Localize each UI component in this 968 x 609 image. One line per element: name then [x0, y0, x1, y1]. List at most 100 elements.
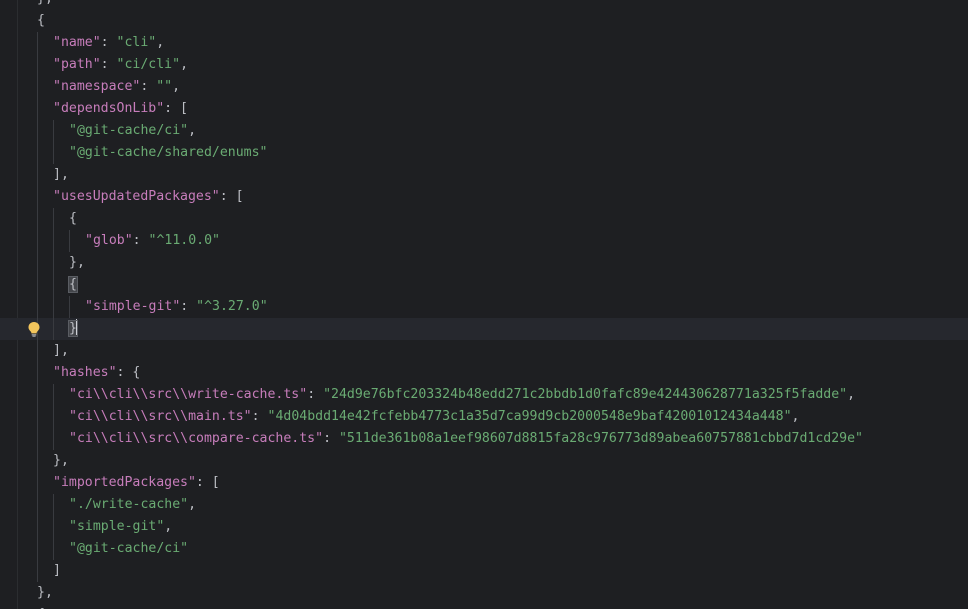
punctuation: : [307, 387, 324, 402]
punctuation: , [172, 79, 181, 94]
indent-guide [53, 252, 54, 274]
text-caret [75, 319, 78, 335]
code-line[interactable]: }, [0, 450, 968, 472]
punctuation: }, [37, 585, 53, 600]
matched-bracket: { [68, 276, 78, 293]
indent-guide [37, 428, 38, 450]
code-text: { [37, 604, 45, 609]
json-key: "path" [53, 57, 101, 72]
punctuation: : [ [164, 101, 188, 116]
code-line[interactable]: { [0, 274, 968, 296]
code-text: "ci\\cli\\src\\write-cache.ts": "24d9e76… [69, 384, 855, 406]
code-line[interactable]: ] [0, 560, 968, 582]
code-line[interactable]: }, [0, 252, 968, 274]
json-key: "ci\\cli\\src\\compare-cache.ts" [69, 431, 324, 446]
json-string: "24d9e76bfc203324b48edd271c2bbdb1d0fafc8… [323, 387, 848, 402]
code-text: "simple-git", [69, 516, 172, 538]
code-line[interactable]: "./write-cache", [0, 494, 968, 516]
indent-guide [53, 318, 54, 340]
code-line[interactable]: { [0, 208, 968, 230]
code-line[interactable]: "name": "cli", [0, 32, 968, 54]
code-text: } [68, 318, 78, 340]
code-line[interactable]: } [0, 318, 968, 340]
punctuation: : [ [195, 475, 220, 490]
indent-guide [53, 296, 54, 318]
code-line[interactable]: }, [0, 582, 968, 604]
code-line[interactable]: "@git-cache/ci", [0, 120, 968, 142]
json-string: "simple-git" [69, 519, 165, 534]
code-line[interactable]: "path": "ci/cli", [0, 54, 968, 76]
json-string: "ci/cli" [116, 57, 181, 72]
code-line[interactable]: "ci\\cli\\src\\main.ts": "4d04bdd14e42fc… [0, 406, 968, 428]
punctuation: { [37, 13, 45, 28]
code-line[interactable]: "ci\\cli\\src\\write-cache.ts": "24d9e76… [0, 384, 968, 406]
punctuation: }, [69, 255, 85, 270]
code-text: "./write-cache", [69, 494, 196, 516]
code-text: }, [53, 450, 69, 472]
code-text: { [68, 274, 78, 296]
code-editor[interactable]: },{"name": "cli","path": "ci/cli","names… [0, 0, 968, 609]
json-key: "dependsOnLib" [53, 101, 165, 116]
code-line[interactable]: "usesUpdatedPackages": [ [0, 186, 968, 208]
indent-guide [37, 538, 38, 560]
code-text: "namespace": "", [53, 76, 180, 98]
punctuation: , [791, 409, 800, 424]
code-text: }, [69, 252, 85, 274]
code-text: "simple-git": "^3.27.0" [85, 296, 268, 318]
indent-guide [53, 516, 54, 538]
indent-guide [37, 230, 38, 252]
punctuation: : [100, 57, 117, 72]
code-line[interactable]: "namespace": "", [0, 76, 968, 98]
indent-guide [69, 230, 70, 252]
code-line[interactable]: { [0, 604, 968, 609]
indent-guide [37, 472, 38, 494]
code-line[interactable]: "simple-git": "^3.27.0" [0, 296, 968, 318]
json-key: "namespace" [53, 79, 141, 94]
indent-guide [37, 54, 38, 76]
code-line[interactable]: "dependsOnLib": [ [0, 98, 968, 120]
lightbulb-icon[interactable] [27, 321, 41, 337]
json-string: "^11.0.0" [148, 233, 220, 248]
json-string: "@git-cache/ci" [69, 541, 189, 556]
indent-guide [37, 516, 38, 538]
code-line[interactable]: ], [0, 340, 968, 362]
code-line[interactable]: "simple-git", [0, 516, 968, 538]
json-string: "@git-cache/shared/enums" [69, 145, 268, 160]
indent-guide [69, 296, 70, 318]
code-text: }, [37, 0, 53, 10]
code-line[interactable]: }, [0, 0, 968, 10]
json-string: "@git-cache/ci" [69, 123, 189, 138]
indent-guide [53, 208, 54, 230]
code-line[interactable]: ], [0, 164, 968, 186]
code-text: "ci\\cli\\src\\compare-cache.ts": "511de… [69, 428, 863, 450]
indent-guide [37, 340, 38, 362]
indent-guide [37, 274, 38, 296]
indent-guide [37, 560, 38, 582]
punctuation: , [180, 57, 189, 72]
indent-guide [53, 384, 54, 406]
code-text: "@git-cache/ci" [69, 538, 188, 560]
json-key: "glob" [85, 233, 133, 248]
json-string: "511de361b08a1eef98607d8815fa28c976773d8… [338, 431, 863, 446]
code-line[interactable]: "hashes": { [0, 362, 968, 384]
punctuation: }, [53, 453, 69, 468]
code-line[interactable]: "glob": "^11.0.0" [0, 230, 968, 252]
json-key: "importedPackages" [53, 475, 196, 490]
code-line[interactable]: "ci\\cli\\src\\compare-cache.ts": "511de… [0, 428, 968, 450]
punctuation: , [164, 519, 173, 534]
json-string: "cli" [116, 35, 157, 50]
punctuation: { [69, 211, 77, 226]
code-line[interactable]: "@git-cache/ci" [0, 538, 968, 560]
code-text: "@git-cache/shared/enums" [69, 142, 268, 164]
code-text: "hashes": { [53, 362, 140, 384]
code-line[interactable]: "importedPackages": [ [0, 472, 968, 494]
punctuation: , [847, 387, 856, 402]
indent-guide [37, 494, 38, 516]
indent-guide [37, 32, 38, 54]
json-string: "./write-cache" [69, 497, 189, 512]
punctuation: : [140, 79, 157, 94]
indent-guide [37, 186, 38, 208]
code-line[interactable]: "@git-cache/shared/enums" [0, 142, 968, 164]
code-line[interactable]: { [0, 10, 968, 32]
indent-guide [37, 406, 38, 428]
